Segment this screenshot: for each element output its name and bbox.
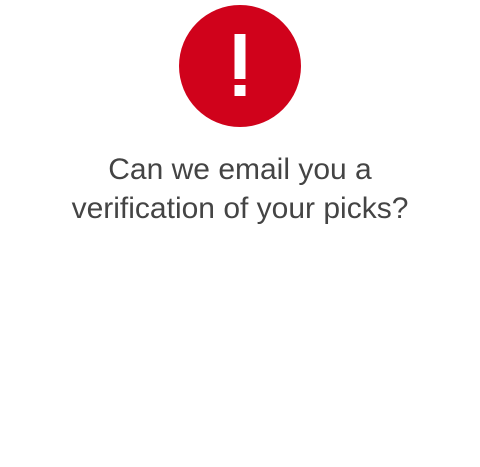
verification-dialog: Can we email you a verification of your … — [0, 0, 480, 467]
exclamation-alert-icon — [179, 5, 301, 127]
prompt-line-2: verification of your picks? — [71, 192, 409, 225]
exclamation-mark-glyph — [234, 34, 246, 96]
verification-prompt: Can we email you a verification of your … — [20, 150, 460, 228]
prompt-line-1: Can we email you a — [108, 153, 372, 186]
